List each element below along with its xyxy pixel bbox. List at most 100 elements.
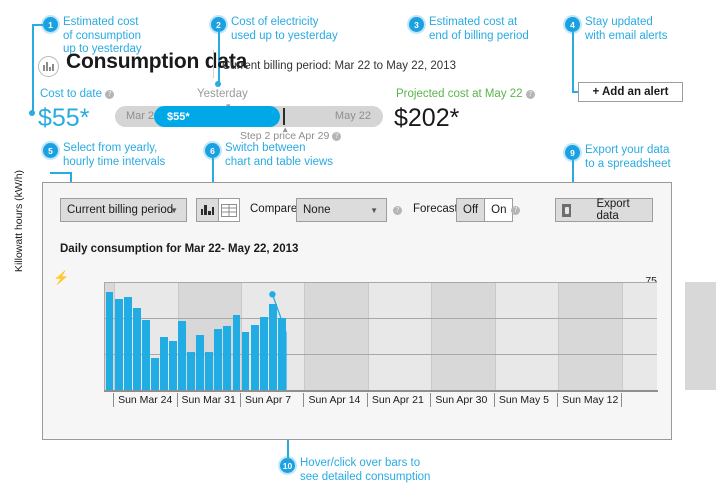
y-axis-title: Killowatt hours (kW/h) xyxy=(13,169,25,273)
billing-period-text: Current billing period: Mar 22 to May 22… xyxy=(222,60,456,72)
annotation-badge-3: 3 xyxy=(409,17,424,32)
compare-select[interactable]: None ▼ xyxy=(296,198,387,222)
annotation-dot-2 xyxy=(215,81,221,87)
chart-bar[interactable] xyxy=(159,336,168,390)
projected-cost-label-text: Projected cost at May 22 xyxy=(396,88,523,100)
compare-select-value: None xyxy=(303,204,331,216)
annotation-badge-4: 4 xyxy=(565,17,580,32)
chart-bar[interactable] xyxy=(223,325,232,390)
week-separator xyxy=(621,282,623,390)
forecast-off-button[interactable]: Off xyxy=(457,199,485,221)
annotation-leader-1-h xyxy=(32,24,44,26)
annotation-badge-5: 5 xyxy=(43,143,58,158)
chart-bar[interactable] xyxy=(132,307,141,390)
chart-bar[interactable] xyxy=(241,331,250,390)
billing-progress-bar[interactable]: Mar 22 $55* May 22 xyxy=(115,106,383,127)
forecast-toggle[interactable]: Off On xyxy=(456,198,514,222)
chart-bar[interactable] xyxy=(250,325,259,390)
chart-bar[interactable] xyxy=(196,335,205,390)
annotation-text-4: Stay updated with email alerts xyxy=(585,16,668,42)
x-axis-tick-label: Sun May 12 xyxy=(557,393,618,407)
info-icon-projected[interactable]: ? xyxy=(525,90,535,99)
cost-to-date-label: Cost to date ? xyxy=(40,88,115,100)
page-title: Consumption data xyxy=(66,50,248,73)
chart-bar[interactable] xyxy=(141,320,150,390)
yesterday-label: Yesterday xyxy=(197,88,248,100)
forecast-on-button[interactable]: On xyxy=(484,199,513,221)
annotation-leader-1-v xyxy=(32,24,34,112)
forecast-label: Forecast xyxy=(413,203,458,215)
week-separator xyxy=(304,282,306,390)
annotation-text-6: Switch between chart and table views xyxy=(225,142,334,168)
annotation-text-5: Select from yearly, hourly time interval… xyxy=(63,142,166,168)
x-axis-tick-label: Sun May 5 xyxy=(493,393,549,407)
week-band xyxy=(431,282,495,390)
chevron-down-icon: ▼ xyxy=(370,206,378,215)
week-separator xyxy=(431,282,433,390)
week-band xyxy=(685,282,716,390)
step-price-note-text: Step 2 price Apr 29 xyxy=(240,130,330,142)
period-select-value: Current billing period xyxy=(67,204,174,216)
chart-bar[interactable] xyxy=(123,297,132,390)
annotation-leader-4-v xyxy=(572,32,574,92)
gridline xyxy=(105,318,657,319)
week-separator xyxy=(367,282,369,390)
cost-to-date-label-text: Cost to date xyxy=(40,88,103,100)
info-icon-forecast[interactable]: ? xyxy=(511,206,520,215)
spreadsheet-icon xyxy=(562,203,572,217)
gridline xyxy=(105,282,657,283)
chart-bar[interactable] xyxy=(114,299,123,390)
chart-bar[interactable] xyxy=(150,357,159,390)
annotation-badge-1: 1 xyxy=(43,17,58,32)
chart-bar[interactable] xyxy=(178,320,186,390)
view-toggle[interactable] xyxy=(196,198,240,222)
annotation-text-9: Export your data to a spreadsheet xyxy=(585,144,671,170)
projected-cost-value: $202* xyxy=(394,104,460,132)
annotation-text-10: Hover/click over bars to see detailed co… xyxy=(300,457,431,483)
chart-bar[interactable] xyxy=(187,351,196,390)
chart-caption: Daily consumption for Mar 22- May 22, 20… xyxy=(60,243,299,255)
week-band xyxy=(304,282,368,390)
week-band xyxy=(558,282,622,390)
bar-chart-icon xyxy=(38,56,59,77)
x-axis-tick-label: Sun Apr 7 xyxy=(239,393,291,407)
week-separator xyxy=(494,282,496,390)
add-alert-button[interactable]: + Add an alert xyxy=(578,82,683,102)
x-axis-tick-label: Sun Apr 14 xyxy=(303,393,360,407)
period-select[interactable]: Current billing period ▼ xyxy=(60,198,187,222)
progress-fill: $55* xyxy=(154,106,280,127)
x-axis-tick-label: Sun Apr 30 xyxy=(430,393,487,407)
chart-bar[interactable] xyxy=(268,304,277,390)
info-icon-cost-to-date[interactable]: ? xyxy=(105,90,115,99)
x-axis-tick-label: Sun Mar 31 xyxy=(176,393,236,407)
x-axis-end-tick xyxy=(620,393,622,407)
annotation-badge-6: 6 xyxy=(205,143,220,158)
chart-bar[interactable] xyxy=(232,315,241,390)
chart-bar[interactable] xyxy=(214,328,223,390)
export-data-button[interactable]: Export data xyxy=(555,198,653,222)
chart-bar[interactable] xyxy=(169,341,177,390)
chart-bar[interactable] xyxy=(277,318,286,390)
plot-area[interactable] xyxy=(104,282,716,390)
step-price-note: Step 2 price Apr 29 ? xyxy=(240,130,342,142)
view-table-icon[interactable] xyxy=(218,199,239,221)
annotation-text-3: Estimated cost at end of billing period xyxy=(429,16,529,42)
view-chart-icon[interactable] xyxy=(197,199,218,221)
annotation-dot-1 xyxy=(29,110,35,116)
compare-label: Compare xyxy=(250,203,298,215)
chart-bar[interactable] xyxy=(105,292,114,390)
chart-bar[interactable] xyxy=(259,316,268,390)
x-axis-line xyxy=(104,390,658,392)
title-divider xyxy=(213,50,214,78)
info-icon-compare[interactable]: ? xyxy=(393,206,402,215)
info-icon-step-price[interactable]: ? xyxy=(332,132,342,141)
step-price-marker xyxy=(283,108,285,125)
chart-bar[interactable] xyxy=(205,351,214,390)
x-axis-labels: Sun Mar 24 Sun Mar 31 Sun Apr 7 Sun Apr 14 S… xyxy=(104,393,657,411)
week-separator xyxy=(558,282,560,390)
cost-to-date-value: $55* xyxy=(38,104,90,132)
annotation-badge-10: 10 xyxy=(280,458,295,473)
consumption-chart: ⚡ Killowatt hours (kW/h) 0255075 Sun Mar… xyxy=(13,170,716,414)
progress-end-label: May 22 xyxy=(334,110,371,122)
x-axis-tick-label: Sun Apr 21 xyxy=(366,393,424,407)
